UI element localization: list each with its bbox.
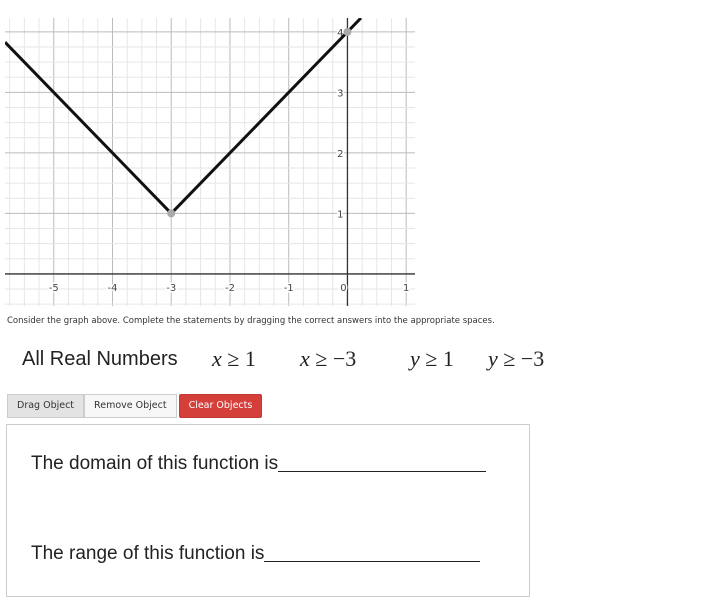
x-tick-label: -2 — [225, 283, 235, 294]
x-tick-label: -4 — [108, 283, 118, 294]
range-statement: The range of this function is — [31, 543, 481, 565]
relation: ≥ 1 — [425, 346, 454, 371]
relation: ≥ −3 — [503, 346, 545, 371]
var: y — [410, 346, 420, 371]
function-graph: -5 -4 -3 -2 -1 0 11234 — [5, 18, 415, 306]
var: x — [300, 346, 310, 371]
y-tick-label: 2 — [337, 149, 343, 160]
choice-x-ge-1[interactable]: x ≥ 1 — [212, 346, 256, 372]
domain-label: The domain of this function is — [31, 453, 279, 474]
domain-drop-zone[interactable] — [278, 470, 487, 472]
clear-objects-button[interactable]: Clear Objects — [178, 394, 263, 418]
choice-y-ge-neg3[interactable]: y ≥ −3 — [488, 346, 544, 372]
graph-point — [167, 209, 176, 218]
var: y — [488, 346, 498, 371]
relation: ≥ 1 — [227, 346, 256, 371]
range-drop-zone[interactable] — [264, 560, 481, 562]
x-tick-label: -3 — [166, 283, 176, 294]
x-tick-label: 0 — [340, 283, 346, 294]
drag-object-button[interactable]: Drag Object — [7, 394, 85, 418]
relation: ≥ −3 — [315, 346, 357, 371]
graph-point — [343, 27, 352, 36]
choice-y-ge-1[interactable]: y ≥ 1 — [410, 346, 454, 372]
instructions: Consider the graph above. Complete the s… — [7, 316, 495, 326]
remove-object-button[interactable]: Remove Object — [84, 394, 177, 418]
var: x — [212, 346, 222, 371]
toolbar: Drag Object Remove Object Clear Objects — [7, 394, 263, 418]
domain-statement: The domain of this function is — [31, 453, 487, 475]
y-tick-label: 3 — [337, 88, 343, 99]
y-tick-label: 1 — [337, 209, 343, 220]
answer-box: The domain of this function is The range… — [6, 424, 530, 597]
range-label: The range of this function is — [31, 543, 265, 564]
choice-x-ge-neg3[interactable]: x ≥ −3 — [300, 346, 356, 372]
x-tick-label: 1 — [403, 283, 409, 294]
x-tick-label: -1 — [284, 283, 294, 294]
x-tick-label: -5 — [49, 283, 59, 294]
choice-all-real-numbers[interactable]: All Real Numbers — [22, 348, 178, 371]
